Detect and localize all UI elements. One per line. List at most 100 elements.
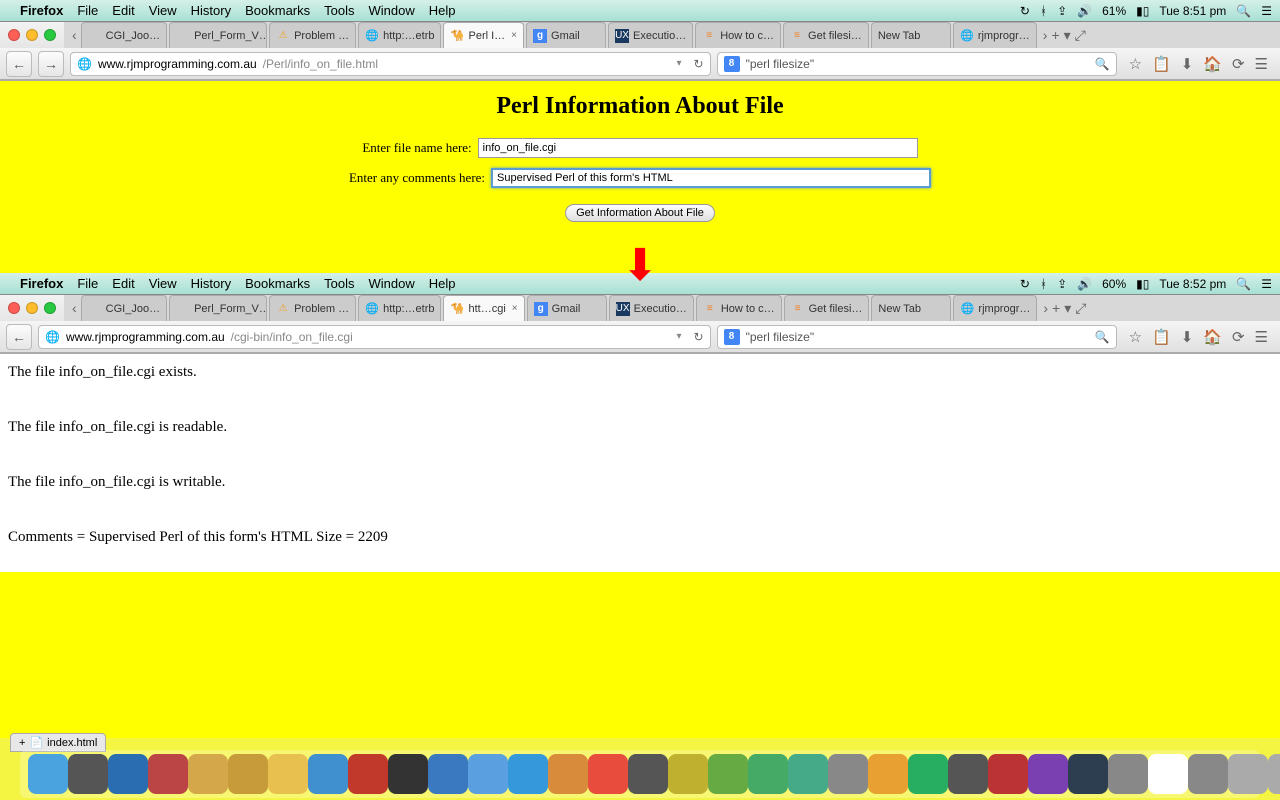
fullscreen-icon[interactable]: ⤢ xyxy=(1075,27,1086,44)
menu-window[interactable]: Window xyxy=(369,276,415,291)
dock-app-icon[interactable] xyxy=(908,754,948,794)
tab-perl-form[interactable]: Perl_Form_V… xyxy=(169,22,267,48)
tab-cgi-joo[interactable]: CGI_Joo… xyxy=(81,22,167,48)
dock-app-icon[interactable] xyxy=(148,754,188,794)
tab-filesize[interactable]: Get filesi… xyxy=(784,295,870,321)
tab-etrb[interactable]: http:…etrb xyxy=(358,295,441,321)
menu-help[interactable]: Help xyxy=(429,3,456,18)
battery-icon[interactable]: ▮▯ xyxy=(1136,277,1149,291)
clock[interactable]: Tue 8:52 pm xyxy=(1159,277,1226,291)
tab-cgi-result[interactable]: htt…cgi× xyxy=(443,295,524,321)
dock-app-icon[interactable] xyxy=(348,754,388,794)
star-icon[interactable]: ☆ xyxy=(1129,328,1142,346)
clipboard-icon[interactable]: 📋 xyxy=(1152,328,1171,346)
minimize-window-button[interactable] xyxy=(26,302,38,314)
tab-newtab[interactable]: New Tab xyxy=(871,22,951,48)
url-dropdown-icon[interactable]: ▾ xyxy=(676,331,681,342)
hamburger-menu-icon[interactable]: ☰ xyxy=(1255,55,1268,73)
search-icon[interactable]: 🔍 xyxy=(1095,330,1110,344)
close-window-button[interactable] xyxy=(8,29,20,41)
tab-newtab[interactable]: New Tab xyxy=(871,295,951,321)
spotlight-icon[interactable]: 🔍 xyxy=(1236,4,1251,18)
clock[interactable]: Tue 8:51 pm xyxy=(1159,4,1226,18)
back-button[interactable]: ← xyxy=(6,324,32,350)
menu-history[interactable]: History xyxy=(191,3,231,18)
dock-app-icon[interactable] xyxy=(1148,754,1188,794)
filename-input[interactable] xyxy=(478,138,918,158)
tab-executio[interactable]: UXExecutio… xyxy=(608,22,693,48)
dock-app-icon[interactable] xyxy=(988,754,1028,794)
tab-rjmprogr[interactable]: rjmprogr… xyxy=(953,295,1037,321)
wifi-icon[interactable]: ⇪ xyxy=(1057,277,1067,291)
dock-app-icon[interactable] xyxy=(28,754,68,794)
close-tab-icon[interactable]: × xyxy=(512,303,518,314)
reload-icon[interactable]: ↻ xyxy=(694,57,704,71)
download-icon[interactable]: ⬇ xyxy=(1181,55,1194,73)
tab-problem[interactable]: Problem … xyxy=(269,22,356,48)
reload-icon[interactable]: ↻ xyxy=(694,330,704,344)
dock-app-icon[interactable] xyxy=(228,754,268,794)
tab-rjmprogr[interactable]: rjmprogr… xyxy=(953,22,1037,48)
dock-app-icon[interactable] xyxy=(188,754,228,794)
home-icon[interactable]: 🏠 xyxy=(1203,55,1222,73)
dock-app-icon[interactable] xyxy=(108,754,148,794)
tab-list-icon[interactable]: ▾ xyxy=(1064,27,1071,44)
dock-app-icon[interactable] xyxy=(388,754,428,794)
dock-app-icon[interactable] xyxy=(828,754,868,794)
app-name[interactable]: Firefox xyxy=(20,276,63,291)
dock-app-icon[interactable] xyxy=(1108,754,1148,794)
wifi-icon[interactable]: ⇪ xyxy=(1057,4,1067,18)
tab-scroll-left-icon[interactable]: ‹ xyxy=(72,27,77,43)
battery-icon[interactable]: ▮▯ xyxy=(1136,4,1149,18)
tab-gmail[interactable]: gGmail xyxy=(526,22,606,48)
spotlight-icon[interactable]: 🔍 xyxy=(1236,277,1251,291)
menu-bookmarks[interactable]: Bookmarks xyxy=(245,276,310,291)
dock-app-icon[interactable] xyxy=(1028,754,1068,794)
menu-tools[interactable]: Tools xyxy=(324,3,354,18)
tab-scroll-left-icon[interactable]: ‹ xyxy=(72,300,77,316)
dock-app-icon[interactable] xyxy=(428,754,468,794)
tab-scroll-right-icon[interactable]: › xyxy=(1043,27,1048,43)
tab-cgi-joo[interactable]: CGI_Joo… xyxy=(81,295,167,321)
new-tab-button[interactable]: + xyxy=(1052,300,1060,316)
tab-scroll-right-icon[interactable]: › xyxy=(1043,300,1048,316)
tab-list-icon[interactable]: ▾ xyxy=(1064,300,1071,317)
url-bar[interactable]: 🌐 www.rjmprogramming.com.au/cgi-bin/info… xyxy=(38,325,711,349)
dock-app-icon[interactable] xyxy=(1228,754,1268,794)
volume-icon[interactable]: 🔊 xyxy=(1077,277,1092,291)
url-dropdown-icon[interactable]: ▾ xyxy=(676,58,681,69)
tab-gmail[interactable]: gGmail xyxy=(527,295,607,321)
star-icon[interactable]: ☆ xyxy=(1129,55,1142,73)
menu-view[interactable]: View xyxy=(149,3,177,18)
dock-app-icon[interactable] xyxy=(868,754,908,794)
url-bar[interactable]: 🌐 www.rjmprogramming.com.au/Perl/info_on… xyxy=(70,52,711,76)
search-bar[interactable]: 8 "perl filesize" 🔍 xyxy=(717,52,1117,76)
sync-icon[interactable]: ⟳ xyxy=(1232,55,1245,73)
comments-input[interactable] xyxy=(491,168,931,188)
download-icon[interactable]: ⬇ xyxy=(1181,328,1194,346)
clipboard-icon[interactable]: 📋 xyxy=(1152,55,1171,73)
volume-icon[interactable]: 🔊 xyxy=(1077,4,1092,18)
tab-filesize[interactable]: Get filesi… xyxy=(783,22,869,48)
forward-button[interactable]: → xyxy=(38,51,64,77)
menu-file[interactable]: File xyxy=(77,3,98,18)
dock-app-icon[interactable] xyxy=(68,754,108,794)
fullscreen-icon[interactable]: ⤢ xyxy=(1075,300,1086,317)
zoom-window-button[interactable] xyxy=(44,302,56,314)
notification-center-icon[interactable]: ☰ xyxy=(1261,4,1272,18)
bluetooth-icon[interactable]: ᚼ xyxy=(1040,277,1047,291)
tab-etrb[interactable]: http:…etrb xyxy=(358,22,441,48)
menu-history[interactable]: History xyxy=(191,276,231,291)
sync-icon[interactable]: ⟳ xyxy=(1232,328,1245,346)
menu-view[interactable]: View xyxy=(149,276,177,291)
timemachine-icon[interactable]: ↻ xyxy=(1020,4,1030,18)
menu-edit[interactable]: Edit xyxy=(112,3,134,18)
dock-app-icon[interactable] xyxy=(548,754,588,794)
back-button[interactable]: ← xyxy=(6,51,32,77)
menu-help[interactable]: Help xyxy=(429,276,456,291)
menu-bookmarks[interactable]: Bookmarks xyxy=(245,3,310,18)
dock-app-icon[interactable] xyxy=(748,754,788,794)
menu-edit[interactable]: Edit xyxy=(112,276,134,291)
search-bar[interactable]: 8 "perl filesize" 🔍 xyxy=(717,325,1117,349)
dock-app-icon[interactable] xyxy=(948,754,988,794)
